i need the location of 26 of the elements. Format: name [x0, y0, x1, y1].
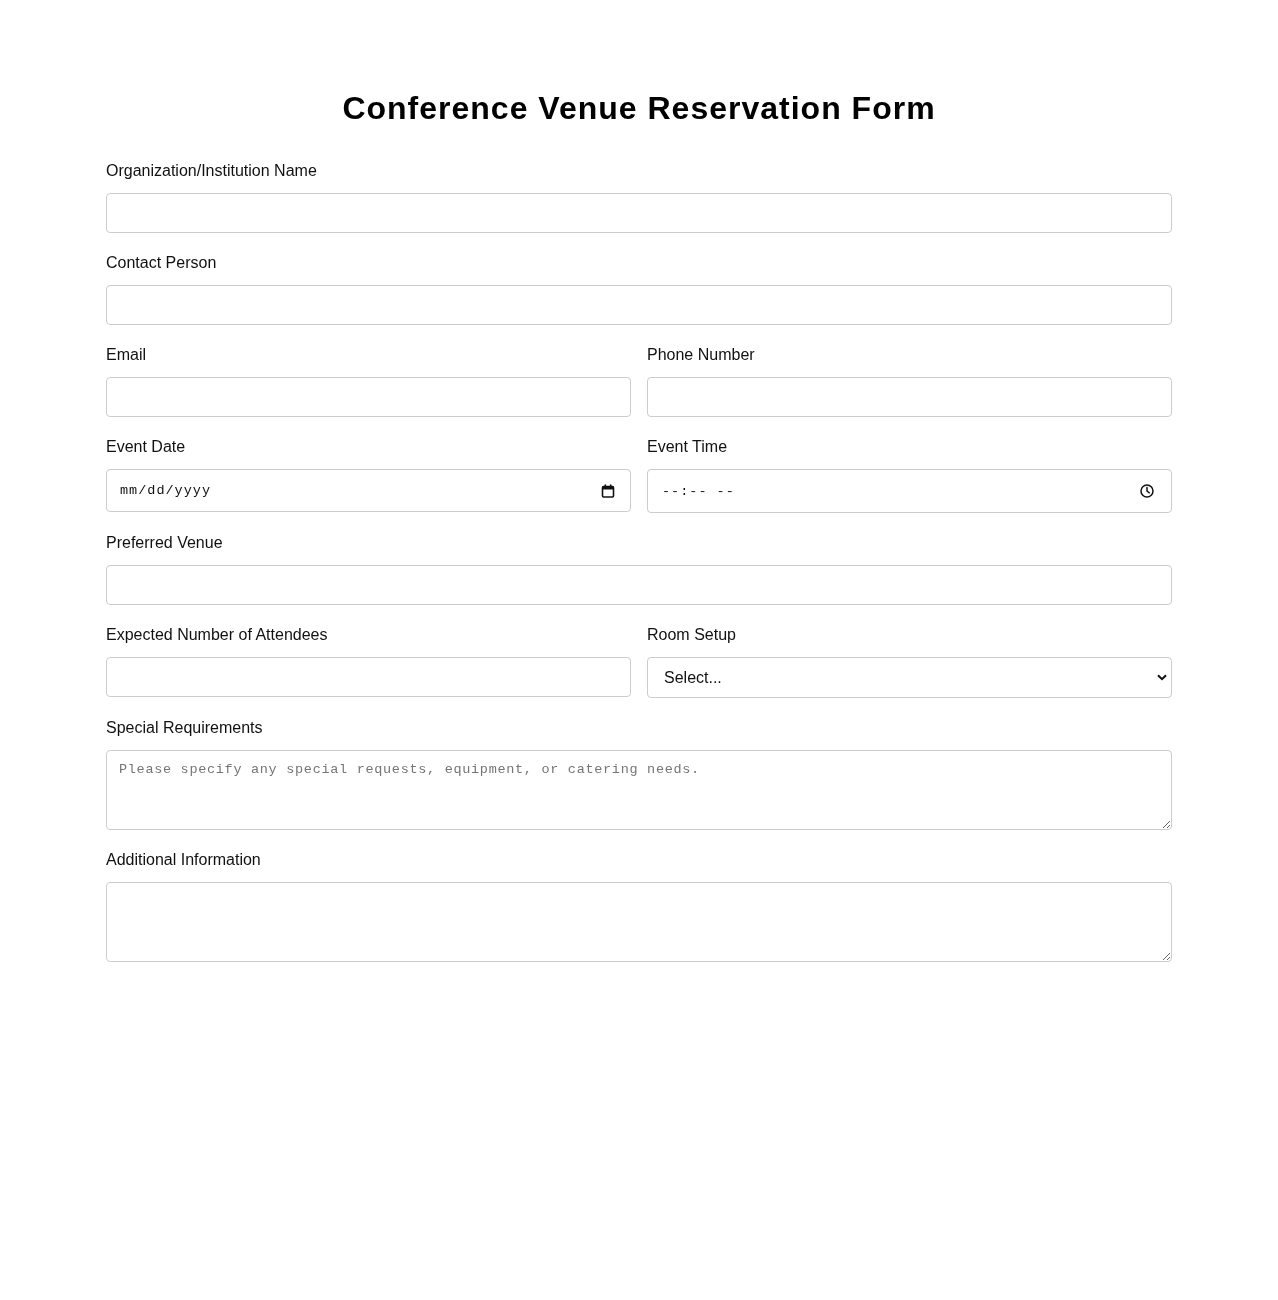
- field-label: Room Setup: [647, 625, 736, 644]
- field-label: Email: [106, 345, 146, 364]
- text-area[interactable]: [106, 882, 1172, 962]
- field-label: Contact Person: [106, 253, 217, 272]
- form-title: Conference Venue Reservation Form: [341, 89, 937, 127]
- input-field[interactable]: [106, 193, 1172, 233]
- field-label: Event Date: [106, 437, 186, 456]
- input-field[interactable]: [106, 657, 631, 697]
- chevron-down-icon[interactable]: [1157, 674, 1167, 681]
- calendar-icon[interactable]: [601, 483, 615, 498]
- text-area[interactable]: Please specify any special requests, equipment, or catering needs.: [106, 750, 1172, 830]
- input-field[interactable]: [647, 377, 1172, 417]
- field-label: Phone Number: [647, 345, 755, 364]
- field-label: Additional Information: [106, 850, 261, 869]
- input-field[interactable]: [106, 285, 1172, 325]
- time-field[interactable]: --:-- --: [647, 469, 1172, 513]
- date-field[interactable]: mm/dd/yyyy: [106, 469, 631, 512]
- input-field[interactable]: [106, 565, 1172, 605]
- input-field[interactable]: [106, 377, 631, 417]
- select-dropdown[interactable]: Select...: [647, 657, 1172, 698]
- field-label: Event Time: [647, 437, 728, 456]
- field-label: Expected Number of Attendees: [106, 625, 328, 644]
- clock-icon[interactable]: [1140, 484, 1154, 498]
- field-label: Special Requirements: [106, 718, 263, 737]
- field-label: Preferred Venue: [106, 533, 223, 552]
- field-label: Organization/Institution Name: [106, 161, 317, 180]
